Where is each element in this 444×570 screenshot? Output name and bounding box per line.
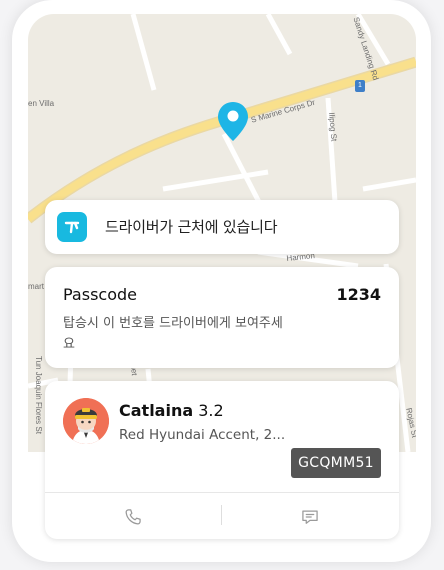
driver-name: Catlaina — [119, 401, 194, 420]
route-shield: 1 — [355, 80, 365, 92]
phone-frame: Sandy Landing Rd en Villa S Marine Corps… — [12, 0, 431, 562]
map-label-tun-joaquin: Tun Joaquin Flores St — [34, 356, 43, 434]
driver-nearby-banner: 드라이버가 근처에 있습니다 — [45, 200, 399, 254]
taxi-logo-icon — [57, 212, 87, 242]
phone-icon — [125, 508, 141, 524]
passcode-card: Passcode 1234 탑승시 이 번호를 드라이버에게 보여주세요 — [45, 267, 399, 368]
driver-name-rating: Catlaina 3.2 — [119, 401, 224, 420]
driver-car-info: Red Hyundai Accent, 2... — [119, 427, 286, 443]
driver-nearby-message: 드라이버가 근처에 있습니다 — [105, 218, 278, 236]
passcode-value: 1234 — [336, 285, 381, 304]
license-plate: GCQMM51 — [291, 448, 381, 478]
driver-rating: 3.2 — [198, 401, 224, 420]
driver-card: Catlaina 3.2 Red Hyundai Accent, 2... GC… — [45, 381, 399, 539]
passcode-instruction: 탑승시 이 번호를 드라이버에게 보여주세요 — [63, 316, 283, 352]
call-driver-button[interactable] — [45, 494, 221, 539]
driver-avatar-icon[interactable] — [63, 398, 109, 444]
chat-icon — [302, 510, 318, 524]
map-label-glen-villa: en Villa — [28, 99, 55, 108]
passcode-label: Passcode — [63, 285, 137, 304]
chat-driver-button[interactable] — [222, 494, 398, 539]
card-divider — [45, 492, 399, 493]
location-pin-icon[interactable] — [217, 101, 249, 143]
